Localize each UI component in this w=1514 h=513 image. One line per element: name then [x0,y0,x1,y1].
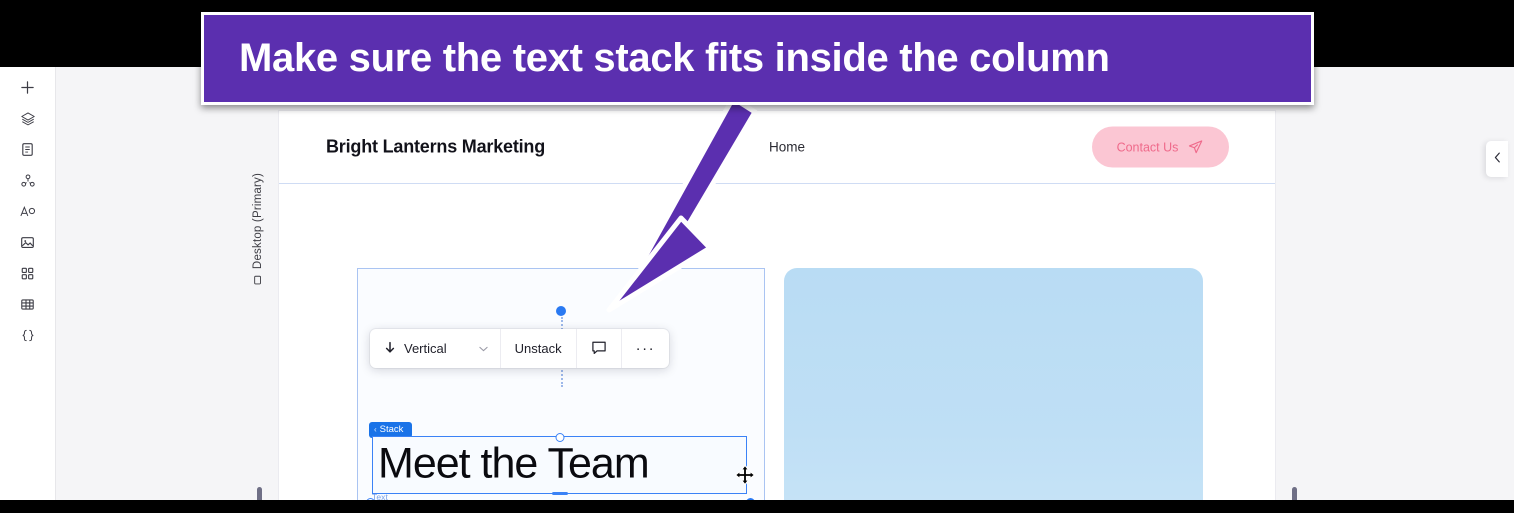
screenshot-root: Desktop (Primary) Bright Lanterns Market… [0,0,1514,513]
stack-direction-label: Vertical [404,341,447,356]
chevron-left-icon: ‹ [374,425,377,434]
apps-grid-icon[interactable] [11,258,45,289]
site-brand: Bright Lanterns Marketing [326,136,546,157]
monitor-icon [253,274,263,286]
element-toolbar: Vertical Unstack ··· [370,329,670,368]
canvas-resize-handle-right[interactable] [1292,487,1297,500]
components-icon[interactable] [11,165,45,196]
contact-us-label: Contact Us [1116,140,1179,154]
nav-link-home[interactable]: Home [769,140,805,155]
annotation-banner: Make sure the text stack fits inside the… [201,12,1314,105]
unstack-button[interactable]: Unstack [501,329,577,368]
heading-selection[interactable]: Meet the Team [372,432,747,495]
right-panel-toggle[interactable] [1486,141,1508,177]
site-canvas[interactable]: Bright Lanterns Marketing Home Contact U… [279,111,1275,500]
arrow-down-icon [384,341,396,357]
device-label-text: Desktop (Primary) [252,173,264,270]
chevron-down-icon [479,344,488,354]
site-heading: Meet the Team [378,439,650,488]
device-label[interactable]: Desktop (Primary) [247,173,269,293]
letterbox-bottom [0,500,1514,513]
send-icon [1187,139,1204,156]
stack-top-handle[interactable] [556,306,566,316]
text-element-tag: Text [372,492,388,500]
page-icon[interactable] [11,134,45,165]
site-image[interactable] [784,268,1203,500]
contact-us-button[interactable]: Contact Us [1092,126,1229,168]
comment-button[interactable] [577,329,622,368]
stack-badge-label: Stack [379,424,404,435]
comment-icon [591,340,607,358]
canvas-resize-handle-left[interactable] [257,487,262,500]
text-style-icon[interactable] [11,196,45,227]
table-icon[interactable] [11,289,45,320]
site-header: Bright Lanterns Marketing Home Contact U… [279,111,1275,184]
stack-direction-dropdown[interactable]: Vertical [370,329,501,368]
app-viewport: Desktop (Primary) Bright Lanterns Market… [0,67,1514,500]
left-icon-rail [0,67,56,500]
annotation-banner-text: Make sure the text stack fits inside the… [239,36,1110,80]
heading-bottom-handle[interactable] [551,492,568,495]
more-options-label: ··· [635,340,656,357]
layers-icon[interactable] [11,103,45,134]
code-braces-icon[interactable] [11,320,45,351]
chevron-left-icon [1494,152,1501,166]
image-icon[interactable] [11,227,45,258]
unstack-label: Unstack [514,341,562,356]
more-options-button[interactable]: ··· [622,329,670,368]
add-button[interactable] [11,72,45,103]
